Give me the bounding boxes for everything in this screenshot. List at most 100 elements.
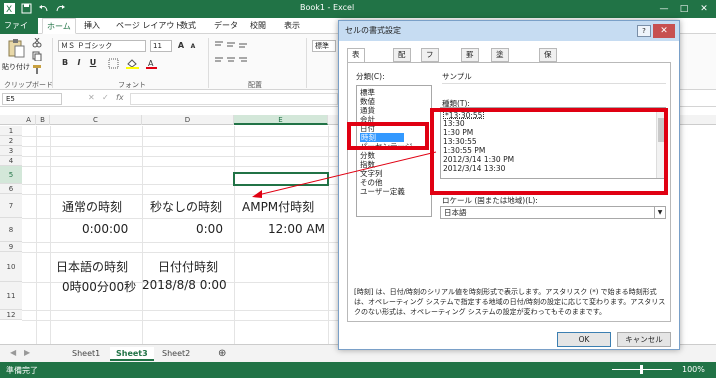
align-top-icon[interactable] bbox=[214, 40, 254, 72]
row-header[interactable]: 10 bbox=[0, 252, 22, 282]
cell-d8[interactable]: 0:00 bbox=[196, 222, 223, 236]
grow-font-button[interactable]: A bbox=[176, 41, 186, 51]
tab-fill[interactable]: 塗りつぶし bbox=[491, 48, 509, 107]
insert-function-icon[interactable]: fx bbox=[116, 93, 124, 102]
sheet-tab-sheet3[interactable]: Sheet3 bbox=[110, 347, 154, 361]
gridline bbox=[36, 126, 37, 344]
cell-c7[interactable]: 通常の時刻 bbox=[62, 198, 122, 215]
shrink-font-button[interactable]: A bbox=[188, 42, 198, 52]
column-header-a[interactable]: A bbox=[22, 115, 36, 125]
tab-formulas[interactable]: 数式 bbox=[176, 18, 200, 34]
row-header[interactable]: 4 bbox=[0, 156, 22, 166]
row-header[interactable]: 5 bbox=[0, 166, 22, 184]
cell-d10[interactable]: 日付付時刻 bbox=[158, 258, 218, 275]
dialog-title: セルの書式設定 bbox=[339, 21, 679, 41]
scroll-right-icon[interactable]: ▶ bbox=[24, 348, 30, 357]
excel-logo-icon: X bbox=[4, 3, 15, 15]
row-header[interactable]: 9 bbox=[0, 242, 22, 252]
row-header[interactable]: 7 bbox=[0, 194, 22, 218]
row-header[interactable]: 11 bbox=[0, 282, 22, 310]
copy-icon[interactable] bbox=[32, 51, 42, 63]
formula-input[interactable] bbox=[130, 93, 338, 105]
gridline bbox=[234, 126, 235, 344]
scroll-left-icon[interactable]: ◀ bbox=[10, 348, 16, 357]
name-box[interactable]: E5 bbox=[2, 93, 62, 105]
gridline bbox=[22, 218, 338, 219]
paste-label[interactable]: 貼り付け bbox=[2, 62, 30, 72]
row-header[interactable]: 8 bbox=[0, 218, 22, 242]
row-header[interactable]: 2 bbox=[0, 136, 22, 146]
row-header[interactable]: 1 bbox=[0, 126, 22, 136]
cancel-button[interactable]: キャンセル bbox=[617, 332, 671, 347]
category-item[interactable]: 標準 bbox=[360, 88, 375, 97]
gridline bbox=[22, 136, 338, 137]
font-name-select[interactable]: ＭＳ Ｐゴシック bbox=[58, 40, 146, 52]
cut-icon[interactable] bbox=[32, 37, 42, 50]
row-header[interactable]: 3 bbox=[0, 146, 22, 156]
bold-button[interactable]: B bbox=[60, 58, 70, 68]
dialog-close-button[interactable]: ✕ bbox=[653, 24, 675, 38]
borders-icon[interactable] bbox=[108, 58, 120, 71]
font-color-icon[interactable]: A bbox=[146, 58, 158, 71]
annotation-arrow bbox=[252, 151, 437, 198]
maximize-button[interactable]: □ bbox=[674, 0, 694, 18]
tab-home[interactable]: ホーム bbox=[42, 18, 76, 34]
number-format-select[interactable]: 標準 bbox=[312, 40, 336, 52]
paste-icon[interactable] bbox=[6, 38, 26, 58]
cell-c8[interactable]: 0:00:00 bbox=[82, 222, 128, 236]
cell-c10[interactable]: 日本語の時刻 bbox=[56, 258, 128, 275]
tab-border[interactable]: 罫線 bbox=[461, 48, 479, 71]
tab-protection[interactable]: 保護 bbox=[539, 48, 557, 71]
column-header-c[interactable]: C bbox=[50, 115, 142, 125]
cell-e8[interactable]: 12:00 AM bbox=[268, 222, 325, 236]
category-item[interactable]: 通貨 bbox=[360, 106, 375, 115]
column-header-e[interactable]: E bbox=[234, 115, 328, 125]
fill-color-icon[interactable] bbox=[126, 58, 140, 71]
underline-button[interactable]: U bbox=[88, 58, 98, 68]
tab-file[interactable]: ファイル bbox=[0, 18, 38, 46]
minimize-button[interactable]: — bbox=[654, 0, 674, 18]
tab-alignment[interactable]: 配置 bbox=[393, 48, 411, 71]
gridline bbox=[50, 126, 51, 344]
font-size-select[interactable]: 11 bbox=[150, 40, 172, 52]
tab-number-format[interactable]: 表示形式 bbox=[347, 48, 365, 95]
format-description: [時刻] は、日付/時刻のシリアル値を時刻形式で表示します。アスタリスク (*)… bbox=[354, 288, 666, 316]
tab-insert[interactable]: 挿入 bbox=[80, 18, 104, 34]
tab-font[interactable]: フォント bbox=[421, 48, 439, 95]
confirm-formula-icon[interactable]: ✓ bbox=[102, 93, 109, 102]
save-icon[interactable] bbox=[21, 3, 32, 14]
align-group-label: 配置 bbox=[248, 81, 262, 89]
gridline bbox=[142, 126, 143, 344]
row-header[interactable]: 6 bbox=[0, 184, 22, 194]
cancel-formula-icon[interactable]: ✕ bbox=[88, 93, 95, 102]
add-sheet-button[interactable]: ⊕ bbox=[212, 347, 232, 361]
tab-view[interactable]: 表示 bbox=[280, 18, 304, 34]
quick-access-toolbar: X bbox=[4, 3, 66, 15]
locale-select[interactable]: 日本語 ▼ bbox=[440, 206, 666, 219]
redo-icon[interactable] bbox=[55, 3, 66, 14]
cell-d7[interactable]: 秒なしの時刻 bbox=[150, 198, 222, 215]
title-bar: X Book1 - Excel — □ ✕ bbox=[0, 0, 716, 18]
help-button[interactable]: ? bbox=[637, 25, 651, 37]
cell-c11[interactable]: 0時00分00秒 bbox=[62, 278, 136, 295]
close-button[interactable]: ✕ bbox=[694, 0, 714, 18]
zoom-slider-thumb[interactable] bbox=[640, 365, 643, 374]
undo-icon[interactable] bbox=[38, 3, 49, 14]
chevron-down-icon[interactable]: ▼ bbox=[654, 207, 665, 218]
column-header-d[interactable]: D bbox=[142, 115, 234, 125]
gridline bbox=[22, 320, 338, 321]
ribbon-separator bbox=[52, 38, 53, 88]
row-header[interactable]: 12 bbox=[0, 310, 22, 320]
cell-d11[interactable]: 2018/8/8 0:00 bbox=[142, 278, 227, 292]
sheet-tab-sheet1[interactable]: Sheet1 bbox=[66, 347, 106, 361]
column-header-b[interactable]: B bbox=[36, 115, 50, 125]
format-painter-icon[interactable] bbox=[32, 64, 42, 76]
zoom-level[interactable]: 100% bbox=[682, 365, 705, 374]
tab-review[interactable]: 校閲 bbox=[246, 18, 270, 34]
category-item[interactable]: 数値 bbox=[360, 97, 375, 106]
italic-button[interactable]: I bbox=[74, 58, 84, 68]
cell-e7[interactable]: AMPM付時刻 bbox=[242, 198, 314, 215]
ok-button[interactable]: OK bbox=[557, 332, 611, 347]
sheet-tab-sheet2[interactable]: Sheet2 bbox=[156, 347, 196, 361]
tab-data[interactable]: データ bbox=[210, 18, 242, 34]
